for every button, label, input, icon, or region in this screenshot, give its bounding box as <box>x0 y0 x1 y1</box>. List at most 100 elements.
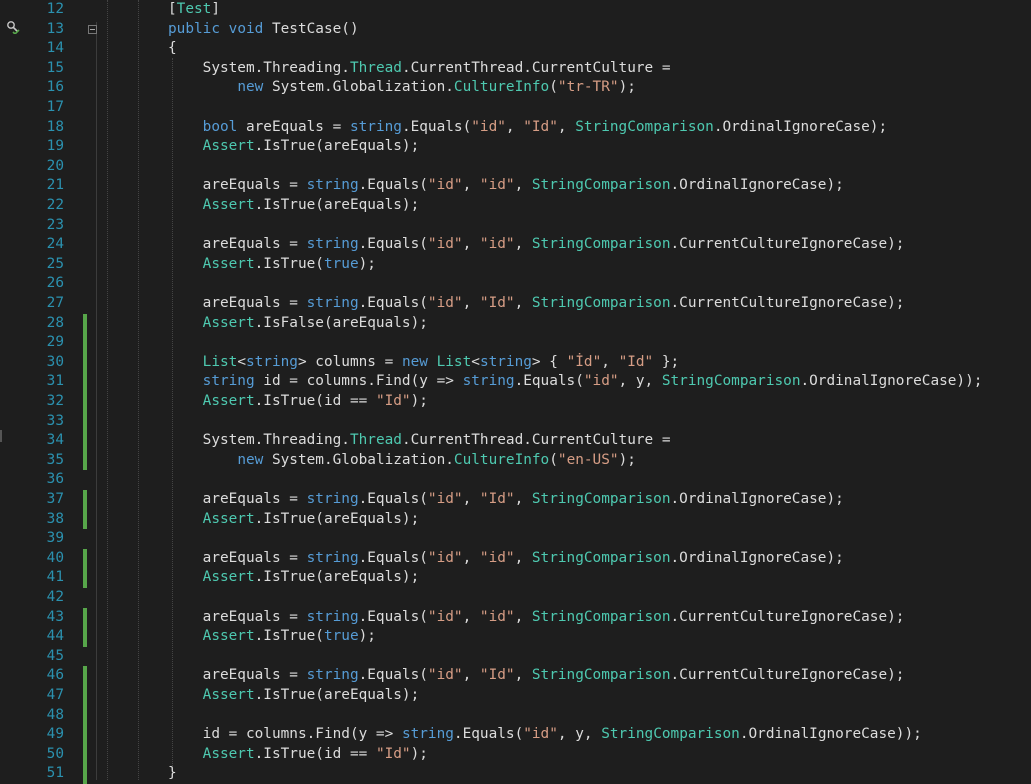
code-token: .OrdinalIgnoreCase)); <box>739 726 922 743</box>
code-token: }; <box>653 353 680 370</box>
code-line[interactable]: 16 new System.Globalization.CultureInfo(… <box>0 78 1031 98</box>
code-token: Assert <box>202 314 255 331</box>
code-line[interactable]: 39 <box>0 529 1031 549</box>
code-line[interactable]: 30 List<string> columns = new List<strin… <box>0 352 1031 373</box>
code-token: StringComparison <box>575 118 714 135</box>
code-token: { <box>168 40 177 57</box>
code-token: StringComparison <box>601 726 740 743</box>
code-line[interactable]: 19 Assert.IsTrue(areEquals); <box>0 137 1031 157</box>
change-marker <box>83 686 87 706</box>
code-token: List <box>202 353 238 370</box>
code-line[interactable]: 35 new System.Globalization.CultureInfo(… <box>0 450 1031 471</box>
code-text: Assert.IsTrue(true); <box>168 627 376 647</box>
code-token: .Equals( <box>358 177 428 194</box>
code-line[interactable]: 33 <box>0 411 1031 432</box>
code-token: .IsTrue(id == <box>254 393 376 409</box>
code-token: true <box>323 628 359 645</box>
code-line[interactable]: 32 Assert.IsTrue(id == "Id"); <box>0 392 1031 412</box>
code-line[interactable]: 43 areEquals = string.Equals("id", "id",… <box>0 607 1031 628</box>
code-line[interactable]: 34 System.Threading.Thread.CurrentThread… <box>0 431 1031 451</box>
line-number: 38 <box>46 510 64 527</box>
code-token: "id" <box>427 549 463 566</box>
code-editor[interactable]: 12 [Test] 13 public void TestCase() 14 {15 Sy… <box>0 0 1031 784</box>
code-line[interactable]: 51} <box>0 764 1031 784</box>
line-number: 46 <box>46 667 64 684</box>
line-number: 25 <box>46 255 64 272</box>
code-line[interactable]: 13 public void TestCase() <box>0 20 1031 40</box>
line-number: 17 <box>46 99 64 115</box>
code-line[interactable]: 15 System.Threading.Thread.CurrentThread… <box>0 59 1031 79</box>
code-line[interactable]: 47 Assert.IsTrue(areEquals); <box>0 686 1031 706</box>
code-line[interactable]: 22 Assert.IsTrue(areEquals); <box>0 196 1031 216</box>
code-token: "Id" <box>479 295 515 311</box>
code-line[interactable]: 25 Assert.IsTrue(true); <box>0 255 1031 275</box>
code-token: .Equals( <box>358 667 428 684</box>
code-token: string <box>306 549 359 566</box>
code-line[interactable]: 17 <box>0 98 1031 118</box>
code-token: .Equals( <box>401 118 472 135</box>
code-line[interactable]: 18 bool areEquals = string.Equals("id", … <box>0 118 1031 138</box>
code-line[interactable]: 28 Assert.IsFalse(areEquals); <box>0 313 1031 334</box>
code-line[interactable]: 31 string id = columns.Find(y => string.… <box>0 372 1031 392</box>
code-token: Assert <box>202 628 255 645</box>
code-token: StringComparison <box>531 295 671 311</box>
code-token: TestCase() <box>263 20 359 37</box>
code-line[interactable]: 36 <box>0 470 1031 490</box>
code-line[interactable]: 45 <box>0 647 1031 667</box>
code-line[interactable]: 21 areEquals = string.Equals("id", "id",… <box>0 176 1031 196</box>
code-text: [Test] <box>168 0 220 20</box>
code-line[interactable]: 40 areEquals = string.Equals("id", "id",… <box>0 548 1031 569</box>
code-token: List <box>436 353 472 370</box>
line-number: 43 <box>46 608 64 625</box>
code-line[interactable]: 26 <box>0 274 1031 294</box>
code-token: "id" <box>523 726 558 743</box>
code-token: CultureInfo <box>453 79 550 96</box>
code-token: .OrdinalIgnoreCase); <box>713 118 888 135</box>
code-line[interactable]: 38 Assert.IsTrue(areEquals); <box>0 509 1031 530</box>
code-token: .CurrentCultureIgnoreCase); <box>670 295 905 311</box>
code-line[interactable]: 48 <box>0 705 1031 726</box>
code-token: "Id" <box>618 353 654 370</box>
code-line[interactable]: 37 areEquals = string.Equals("id", "Id",… <box>0 490 1031 510</box>
code-line[interactable]: 29 <box>0 333 1031 353</box>
code-token: , <box>514 608 532 625</box>
line-number: 50 <box>46 745 64 762</box>
code-line[interactable]: 49 id = columns.Find(y => string.Equals(… <box>0 725 1031 745</box>
code-text: areEquals = string.Equals("id", "Id", St… <box>168 294 905 314</box>
code-token: "Id" <box>375 393 411 409</box>
code-line[interactable]: 24 areEquals = string.Equals("id", "id",… <box>0 235 1031 255</box>
code-line[interactable]: 14 { <box>0 39 1031 59</box>
code-line[interactable]: 41 Assert.IsTrue(areEquals); <box>0 568 1031 588</box>
code-line[interactable]: 44 Assert.IsTrue(true); <box>0 627 1031 647</box>
code-token: .CurrentCultureIgnoreCase); <box>670 667 905 684</box>
code-token: string <box>462 373 515 390</box>
code-token: "Id" <box>375 745 411 762</box>
code-token: , <box>462 608 480 625</box>
code-line[interactable]: 50 Assert.IsTrue(id == "Id"); <box>0 744 1031 765</box>
code-line[interactable]: 27 areEquals = string.Equals("id", "Id",… <box>0 294 1031 314</box>
code-line[interactable]: 46 areEquals = string.Equals("id", "Id",… <box>0 666 1031 686</box>
code-line[interactable]: 12 [Test] <box>0 0 1031 20</box>
code-token: "id" <box>479 177 515 194</box>
code-text: Assert.IsTrue(areEquals); <box>168 510 420 530</box>
code-token: areEquals = <box>168 236 307 253</box>
code-token: , <box>601 353 619 370</box>
code-token: , <box>505 118 524 135</box>
code-line[interactable]: 20 <box>0 157 1031 177</box>
code-token: areEquals = <box>237 118 350 135</box>
line-number: 31 <box>46 373 64 390</box>
line-number: 16 <box>46 79 64 96</box>
code-line[interactable]: 23 <box>0 216 1031 236</box>
code-token: .OrdinalIgnoreCase); <box>670 491 844 507</box>
code-token: new <box>401 353 428 370</box>
code-line[interactable]: 42 <box>0 588 1031 608</box>
code-token: void <box>228 20 264 37</box>
code-token: .IsTrue( <box>254 255 324 272</box>
code-token: ); <box>358 255 376 272</box>
code-token: string <box>306 491 359 507</box>
line-number: 39 <box>46 530 64 547</box>
code-token: , <box>514 236 532 253</box>
